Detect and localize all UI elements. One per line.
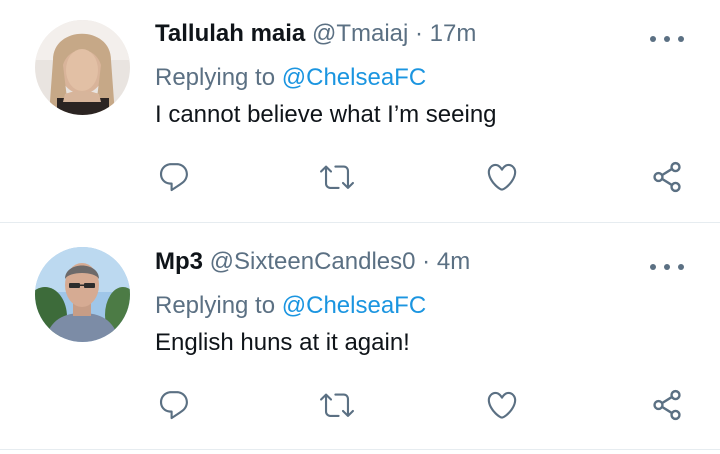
more-dot — [678, 36, 684, 42]
retweet-icon — [320, 165, 354, 189]
heart-icon — [487, 391, 517, 419]
heart-icon — [487, 163, 517, 191]
action-bar — [0, 385, 720, 425]
more-dot — [664, 36, 670, 42]
avatar-image — [35, 20, 130, 115]
avatar-image — [35, 247, 130, 342]
like-button[interactable] — [482, 157, 522, 197]
separator-dot: · — [415, 20, 423, 47]
avatar[interactable] — [35, 20, 130, 115]
more-icon[interactable] — [650, 33, 684, 45]
replying-prefix: Replying to — [155, 64, 276, 91]
display-name[interactable]: Tallulah maia — [155, 20, 305, 47]
reply-button[interactable] — [154, 385, 194, 425]
mention-link[interactable]: @ChelseaFC — [282, 292, 426, 319]
reply-icon — [159, 163, 188, 192]
reply-button[interactable] — [154, 157, 194, 197]
tweet-header: Tallulah maia @Tmaiaj · 17m — [155, 19, 476, 49]
share-button[interactable] — [647, 157, 687, 197]
like-button[interactable] — [482, 385, 522, 425]
timestamp[interactable]: 17m — [430, 20, 477, 47]
action-bar — [0, 157, 720, 197]
more-icon[interactable] — [650, 261, 684, 273]
divider — [0, 449, 720, 450]
retweet-button[interactable] — [317, 157, 357, 197]
tweet[interactable]: Mp3 @SixteenCandles0 · 4m Replying to @C… — [0, 223, 720, 449]
more-dot — [650, 36, 656, 42]
replying-to: Replying to @ChelseaFC — [155, 291, 426, 321]
tweet-text: I cannot believe what I’m seeing — [155, 101, 497, 128]
replying-prefix: Replying to — [155, 292, 276, 319]
mention-link[interactable]: @ChelseaFC — [282, 64, 426, 91]
user-handle[interactable]: @SixteenCandles0 — [210, 248, 416, 275]
display-name[interactable]: Mp3 — [155, 248, 203, 275]
more-dot — [678, 264, 684, 270]
tweet-text: English huns at it again! — [155, 329, 410, 356]
share-icon — [653, 161, 681, 193]
retweet-button[interactable] — [317, 385, 357, 425]
share-button[interactable] — [647, 385, 687, 425]
user-handle[interactable]: @Tmaiaj — [312, 20, 408, 47]
share-icon — [653, 389, 681, 421]
avatar[interactable] — [35, 247, 130, 342]
replying-to: Replying to @ChelseaFC — [155, 63, 426, 93]
tweet[interactable]: Tallulah maia @Tmaiaj · 17m Replying to … — [0, 0, 720, 222]
timestamp[interactable]: 4m — [437, 248, 470, 275]
tweet-header: Mp3 @SixteenCandles0 · 4m — [155, 247, 470, 277]
reply-icon — [159, 391, 188, 420]
separator-dot: · — [422, 248, 431, 275]
more-dot — [664, 264, 670, 270]
more-dot — [650, 264, 656, 270]
retweet-icon — [320, 393, 354, 417]
